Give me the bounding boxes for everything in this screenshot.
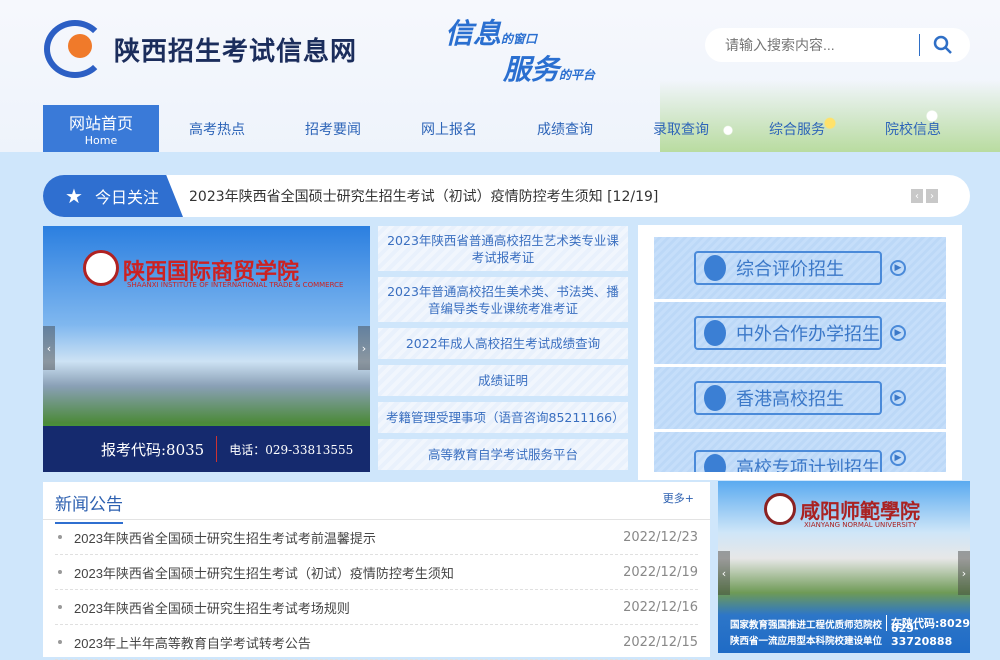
service-label: 高校专项计划招生 bbox=[736, 458, 880, 472]
nav-score-query[interactable]: 成绩查询 bbox=[507, 105, 623, 152]
star-icon: ★ bbox=[65, 184, 83, 208]
slogan-line1-small: 的窗口 bbox=[501, 32, 538, 46]
today-focus-label: 今日关注 bbox=[94, 188, 159, 207]
news-more-link[interactable]: 更多+ bbox=[663, 490, 694, 506]
banner-info-bar: 报考代码:8035 电话：029-33813555 bbox=[43, 426, 370, 472]
banner-school-en: SHAANXI INSTITUTE OF INTERNATIONAL TRADE… bbox=[127, 281, 344, 289]
main-nav: 网站首页 Home 高考热点 招考要闻 网上报名 成绩查询 录取查询 综合服务 院… bbox=[43, 105, 971, 152]
news-date: 2022/12/15 bbox=[623, 634, 698, 650]
focus-next-button[interactable]: › bbox=[926, 189, 938, 203]
service-label: 综合评价招生 bbox=[736, 259, 844, 280]
news-section: 新闻公告 更多+ 2023年陕西省全国硕士研究生招生考试考前温馨提示 2022/1… bbox=[43, 482, 710, 660]
ad-prev-button[interactable]: ‹ bbox=[718, 551, 730, 595]
school-seal-icon bbox=[83, 250, 119, 286]
quick-link[interactable]: 2022年成人高校招生考试成绩查询 bbox=[378, 328, 628, 359]
news-date: 2022/12/16 bbox=[623, 599, 698, 615]
news-item: 2023年上半年高等教育自学考试转考公告 2022/12/15 bbox=[55, 625, 698, 660]
id-card-icon bbox=[704, 255, 726, 281]
news-date: 2022/12/19 bbox=[623, 564, 698, 580]
search-button[interactable] bbox=[928, 30, 958, 60]
slogan: 信息的窗口 服务的平台 bbox=[445, 12, 635, 86]
service-label: 香港高校招生 bbox=[736, 389, 844, 410]
news-link[interactable]: 2023年陕西省全国硕士研究生招生考试（初试）疫情防控考生须知 bbox=[74, 563, 623, 582]
news-item: 2023年陕西省全国硕士研究生招生考试考前温馨提示 2022/12/23 bbox=[55, 520, 698, 555]
search-box bbox=[705, 28, 970, 62]
ad-line1: 国家教育强国推进工程优质师范院校 bbox=[730, 620, 883, 631]
header: 陕西招生考试信息网 信息的窗口 服务的平台 网站首页Home 高考热点 招考要闻… bbox=[0, 0, 1000, 152]
service-label: 中外合作办学招生 bbox=[736, 324, 880, 345]
ad-tel: 029-33720888 bbox=[891, 622, 953, 648]
service-special-plan[interactable]: 高校专项计划招生 ▶ bbox=[654, 432, 946, 472]
arrow-right-icon: ▶ bbox=[890, 325, 906, 341]
arrow-right-icon: ▶ bbox=[890, 260, 906, 276]
slogan-line2-small: 的平台 bbox=[559, 68, 596, 82]
quick-link[interactable]: 考籍管理受理事项（语音咨询85211166） bbox=[378, 402, 628, 433]
nav-admission-query[interactable]: 录取查询 bbox=[623, 105, 739, 152]
id-card-icon bbox=[704, 454, 726, 472]
news-item: 2023年陕西省全国硕士研究生招生考试考场规则 2022/12/16 bbox=[55, 590, 698, 625]
search-input[interactable] bbox=[725, 37, 905, 53]
service-sino-foreign[interactable]: 中外合作办学招生 ▶ bbox=[654, 302, 946, 364]
ad-banner-xianyang[interactable]: 咸阳师範學院 XIANYANG NORMAL UNIVERSITY ‹ › 国家… bbox=[718, 481, 970, 653]
news-item: 2023年陕西省全国硕士研究生招生考试（初试）疫情防控考生须知 2022/12/1… bbox=[55, 555, 698, 590]
today-focus-link[interactable]: 2023年陕西省全国硕士研究生招生考试（初试）疫情防控考生须知 [12/19] bbox=[189, 186, 911, 206]
ad-school-en: XIANYANG NORMAL UNIVERSITY bbox=[804, 521, 917, 529]
banner-prev-button[interactable]: ‹ bbox=[43, 326, 55, 370]
arrow-right-icon: ▶ bbox=[890, 390, 906, 406]
site-title: 陕西招生考试信息网 bbox=[114, 36, 358, 67]
nav-services[interactable]: 综合服务 bbox=[739, 105, 855, 152]
logo-icon bbox=[44, 20, 106, 78]
banner-next-button[interactable]: › bbox=[358, 326, 370, 370]
ad-school-name: 咸阳师範學院 bbox=[800, 499, 920, 523]
news-title: 新闻公告 bbox=[55, 490, 123, 524]
ad-next-button[interactable]: › bbox=[958, 551, 970, 595]
today-focus-tag: ★ 今日关注 bbox=[43, 175, 183, 217]
nav-sub: Home bbox=[84, 134, 118, 147]
news-link[interactable]: 2023年陕西省全国硕士研究生招生考试考场规则 bbox=[74, 598, 623, 617]
services-panel: 综合评价招生 ▶ 中外合作办学招生 ▶ 香港高校招生 ▶ 高校专项计划招生 ▶ bbox=[638, 225, 962, 480]
news-date: 2022/12/23 bbox=[623, 529, 698, 545]
arrow-right-icon: ▶ bbox=[890, 450, 906, 466]
school-seal-icon bbox=[764, 493, 796, 525]
slogan-line2: 服务 bbox=[503, 53, 560, 86]
site-logo[interactable]: 陕西招生考试信息网 bbox=[44, 20, 357, 78]
nav-news[interactable]: 招考要闻 bbox=[275, 105, 391, 152]
search-icon bbox=[933, 35, 952, 54]
id-card-icon bbox=[704, 385, 726, 411]
quick-link[interactable]: 成绩证明 bbox=[378, 365, 628, 396]
news-link[interactable]: 2023年陕西省全国硕士研究生招生考试考前温馨提示 bbox=[74, 528, 623, 547]
id-card-icon bbox=[704, 320, 726, 346]
search-divider bbox=[919, 34, 920, 56]
focus-prev-button[interactable]: ‹ bbox=[911, 189, 923, 203]
divider bbox=[216, 436, 218, 462]
ad-line2: 陕西省一流应用型本科院校建设单位 bbox=[730, 636, 883, 647]
service-hong-kong[interactable]: 香港高校招生 ▶ bbox=[654, 367, 946, 429]
quick-link[interactable]: 高等教育自学考试服务平台 bbox=[378, 439, 628, 470]
quick-link[interactable]: 2023年普通高校招生美术类、书法类、播音编导类专业课统考准考证 bbox=[378, 277, 628, 322]
banner-tel: 电话：029-33813555 bbox=[229, 442, 354, 457]
slogan-line1: 信息 bbox=[445, 17, 502, 50]
nav-online-registration[interactable]: 网上报名 bbox=[391, 105, 507, 152]
school-banner[interactable]: 陕西国际商贸学院 SHAANXI INSTITUTE OF INTERNATIO… bbox=[43, 226, 370, 472]
nav-label: 网站首页 bbox=[68, 114, 133, 133]
today-focus-bar: ★ 今日关注 2023年陕西省全国硕士研究生招生考试（初试）疫情防控考生须知 [1… bbox=[43, 175, 970, 217]
service-comprehensive-evaluation[interactable]: 综合评价招生 ▶ bbox=[654, 237, 946, 299]
news-link[interactable]: 2023年上半年高等教育自学考试转考公告 bbox=[74, 633, 623, 652]
quick-links: 2023年陕西省普通高校招生艺术类专业课考试报考证 2023年普通高校招生美术类… bbox=[378, 226, 628, 476]
quick-link[interactable]: 2023年陕西省普通高校招生艺术类专业课考试报考证 bbox=[378, 226, 628, 271]
nav-gaokao-hot[interactable]: 高考热点 bbox=[159, 105, 275, 152]
nav-home[interactable]: 网站首页 Home bbox=[43, 105, 159, 152]
banner-code: 报考代码:8035 bbox=[101, 440, 205, 459]
nav-colleges[interactable]: 院校信息 bbox=[855, 105, 971, 152]
